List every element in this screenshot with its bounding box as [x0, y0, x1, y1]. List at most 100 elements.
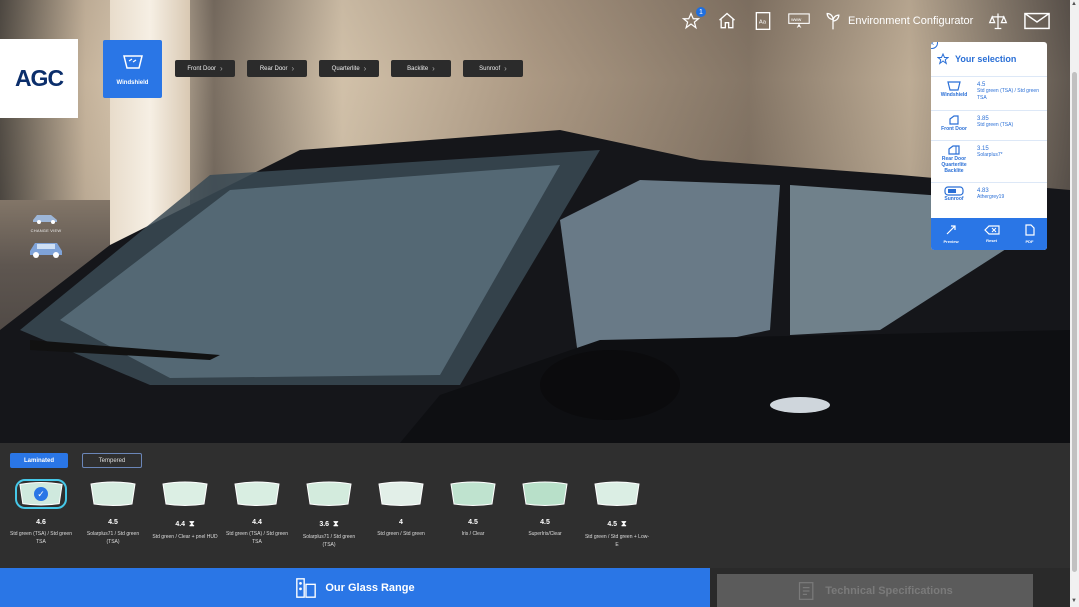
clear-icon [983, 225, 1000, 235]
sunroof-icon [944, 186, 964, 196]
glass-name: Std green / Std green + Low-E [584, 534, 650, 548]
tab-backlite[interactable]: Backlite › [391, 60, 451, 77]
expand-icon [946, 225, 956, 235]
notification-badge: 1 [696, 7, 706, 17]
selection-part-label: Front Door [941, 126, 967, 132]
glass-swatch: ✓ [15, 479, 67, 509]
glass-name: Std green (TSA) / Std green TSA [10, 531, 72, 545]
environment-configurator-link[interactable]: Environment Configurator [824, 11, 973, 31]
glass-value: 4.5 [108, 519, 118, 526]
svg-text:www: www [791, 17, 802, 22]
selection-part: Rear Door Quarterlite Backlite [935, 141, 973, 174]
filter-tempered[interactable]: Tempered [82, 453, 142, 468]
glass-option[interactable]: 4.5 SuperIris/Clear [512, 479, 578, 559]
tab-sunroof[interactable]: Sunroof › [463, 60, 523, 77]
scroll-up-arrow-icon[interactable]: ▲ [1071, 1, 1077, 7]
rear-door-icon [948, 145, 960, 155]
glass-name: Std green / Std green [377, 531, 425, 537]
website-button[interactable]: www [788, 10, 810, 32]
agc-logo[interactable]: AGC [0, 39, 78, 118]
star-icon [937, 53, 949, 65]
glass-option[interactable]: 4.4 ⧗ Std green / Clear + pnel HUD [152, 479, 218, 559]
glass-swatch [591, 479, 643, 509]
selected-check-icon: ✓ [34, 487, 48, 501]
selection-desc: Std green (TSA) / Std green TSA [977, 88, 1039, 101]
glass-meta: 4.5 [540, 519, 550, 526]
chevron-right-icon: › [220, 64, 223, 73]
glass-meta: 4.5 [108, 519, 118, 526]
hourglass-icon: ⧗ [333, 519, 339, 528]
home-button[interactable] [716, 10, 738, 32]
glass-samples-icon [296, 577, 317, 598]
filter-laminated[interactable]: Laminated [10, 453, 68, 468]
contact-button[interactable] [1023, 10, 1051, 32]
part-windshield-button[interactable]: Windshield [103, 40, 162, 98]
glass-option[interactable]: 4.4 Std green (TSA) / Std green TSA [224, 479, 290, 559]
technical-specifications-button[interactable]: Technical Specifications [717, 574, 1033, 607]
logo-text: AGC [14, 65, 64, 91]
scrollbar-thumb[interactable] [1072, 72, 1077, 572]
reset-button[interactable]: Reset [983, 225, 1000, 243]
glass-value: 4.6 [36, 519, 46, 526]
pdf-button[interactable]: PDF [1024, 224, 1035, 244]
environment-configurator-label: Environment Configurator [848, 15, 974, 27]
www-icon: www [788, 13, 810, 29]
language-button[interactable]: Aa [752, 10, 774, 32]
our-glass-range-button[interactable]: Our Glass Range [0, 568, 710, 607]
plant-icon [826, 12, 840, 30]
selection-desc: Athergrey19 [977, 194, 1005, 200]
tab-label: Backlite [407, 65, 429, 72]
close-icon: × [931, 42, 935, 48]
glass-option[interactable]: 4.5 Iris / Clear [440, 479, 506, 559]
pdf-label: PDF [1025, 239, 1034, 244]
glass-option[interactable]: 4.5 Solarplus71 / Std green (TSA) [80, 479, 146, 559]
tab-rear-door[interactable]: Rear Door › [247, 60, 307, 77]
selection-desc: Std green (TSA) [977, 122, 1014, 128]
selection-row-sunroof[interactable]: Sunroof 4.83 Athergrey19 [931, 182, 1047, 218]
hourglass-icon: ⧗ [621, 519, 627, 528]
page-scrollbar[interactable]: ▲ ▼ [1070, 0, 1079, 607]
glass-shape-icon [162, 481, 208, 506]
glass-swatch [519, 479, 571, 509]
compare-button[interactable] [987, 10, 1009, 32]
front-view-car-icon[interactable] [26, 237, 66, 259]
selection-row-rear-door[interactable]: Rear Door Quarterlite Backlite 3.15 Solar… [931, 140, 1047, 182]
glass-name: SuperIris/Clear [528, 531, 562, 537]
glass-option[interactable]: 4 Std green / Std green [368, 479, 434, 559]
home-icon [719, 12, 735, 29]
glass-value: 4 [399, 519, 403, 526]
selection-title: Your selection [955, 54, 1017, 64]
glass-meta: 4.5 ⧗ [607, 519, 626, 529]
glass-meta: 4.6 [36, 519, 46, 526]
glass-option[interactable]: 4.5 ⧗ Std green / Std green + Low-E [584, 479, 650, 559]
favorites-button[interactable]: 1 [680, 7, 706, 32]
glass-meta: 3.6 ⧗ [319, 519, 338, 529]
tab-quarterlite[interactable]: Quarterlite › [319, 60, 379, 77]
mail-icon [1024, 12, 1051, 30]
selection-part-label: Sunroof [944, 196, 964, 202]
glass-swatch [231, 479, 283, 509]
glass-meta: 4.4 ⧗ [175, 519, 194, 529]
side-view-car-icon[interactable] [31, 210, 61, 224]
glass-swatch [159, 479, 211, 509]
glass-option[interactable]: 3.6 ⧗ Solarplus71 / Std green (TSA) [296, 479, 362, 559]
glass-option[interactable]: ✓ 4.6 Std green (TSA) / Std green TSA [8, 479, 74, 559]
our-glass-range-label: Our Glass Range [325, 581, 415, 594]
selection-part: Front Door [935, 111, 973, 132]
preview-label: Preview [943, 239, 959, 244]
glass-value: 4.4 [252, 519, 262, 526]
glass-name: Std green (TSA) / Std green TSA [226, 531, 288, 545]
scroll-down-arrow-icon[interactable]: ▼ [1071, 598, 1077, 604]
selection-row-front-door[interactable]: Front Door 3.85 Std green (TSA) [931, 110, 1047, 140]
glass-shape-icon [90, 481, 136, 506]
part-windshield-label: Windshield [116, 80, 149, 86]
glass-meta: 4.5 [468, 519, 478, 526]
translate-icon: Aa [755, 12, 771, 30]
glass-swatch [447, 479, 499, 509]
preview-button[interactable]: Preview [943, 224, 959, 244]
tab-front-door[interactable]: Front Door › [175, 60, 235, 77]
selection-desc: Solarplus7* [977, 152, 1003, 158]
selection-row-windshield[interactable]: Windshield 4.5 Std green (TSA) / Std gree… [931, 76, 1047, 110]
selection-part-label: Windshield [940, 92, 968, 98]
hourglass-icon: ⧗ [189, 519, 195, 528]
